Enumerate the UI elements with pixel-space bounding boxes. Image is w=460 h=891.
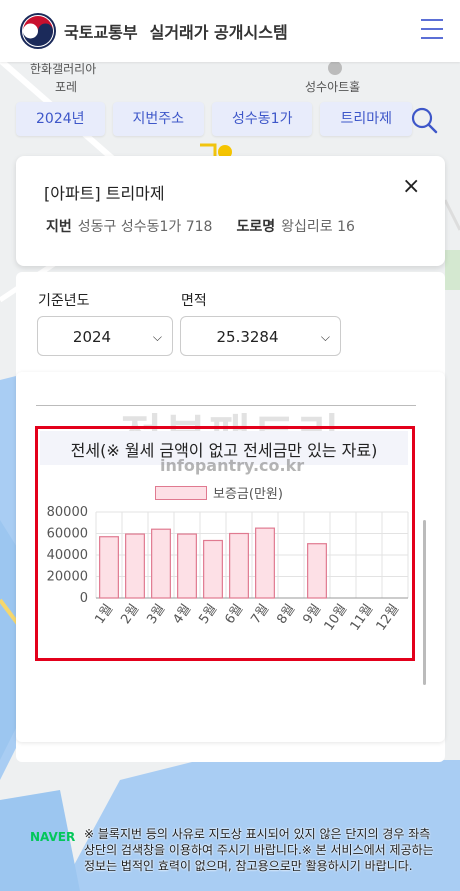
lot-value: 성동구 성수동1가 718: [77, 219, 213, 235]
close-icon[interactable]: ×: [402, 176, 420, 198]
address-line: 지번 성동구 성수동1가 718 도로명 왕십리로 16: [46, 216, 355, 236]
road-label: 도로명: [236, 219, 276, 235]
system-title: 실거래가 공개시스템: [149, 23, 288, 42]
area-select-label: 면적: [181, 293, 207, 309]
area-select-value: 25.3284: [216, 328, 279, 346]
filter-dong-button[interactable]: 성수동1가: [212, 102, 313, 136]
disclaimer-text: ※ 블록지번 등의 사유로 지도상 표시되어 있지 않은 단지의 경우 좌측 상…: [84, 827, 434, 873]
search-icon[interactable]: [410, 106, 438, 134]
road-value: 왕십리로 16: [281, 219, 355, 235]
chevron-down-icon: ⌵: [152, 330, 162, 344]
filter-address-type-button[interactable]: 지번주소: [112, 102, 205, 136]
lot-label: 지번: [46, 219, 72, 235]
year-select-label: 기준년도: [38, 293, 90, 309]
filter-year-button[interactable]: 2024년: [16, 102, 105, 136]
ministry-name: 국토교통부: [64, 23, 138, 42]
filter-complex-button[interactable]: 트리마제: [320, 102, 413, 136]
year-select-value: 2024: [72, 328, 112, 346]
top-bar: 국토교통부 실거래가 공개시스템: [0, 0, 460, 62]
map-label-fore: 포레: [55, 80, 78, 94]
ministry-logo-icon: [20, 13, 56, 49]
complex-title: [아파트] 트리마제: [44, 184, 165, 203]
year-select[interactable]: 2024 ⌵: [37, 316, 173, 356]
map-label-seongsu-art: 성수아트홀: [305, 80, 361, 94]
menu-icon[interactable]: [421, 19, 443, 41]
complex-info-card: [아파트] 트리마제 × 지번 성동구 성수동1가 718 도로명 왕십리로 1…: [16, 156, 445, 266]
filter-bar: 2024년 지번주소 성수동1가 트리마제: [16, 102, 413, 136]
chevron-down-icon: ⌵: [320, 330, 330, 344]
highlight-box: [35, 426, 415, 661]
map-label-hanwha: 한화갤러리아: [30, 62, 97, 76]
naver-logo: NAVER: [30, 830, 76, 844]
scrollbar[interactable]: [423, 520, 426, 685]
area-select[interactable]: 25.3284 ⌵: [180, 316, 341, 356]
